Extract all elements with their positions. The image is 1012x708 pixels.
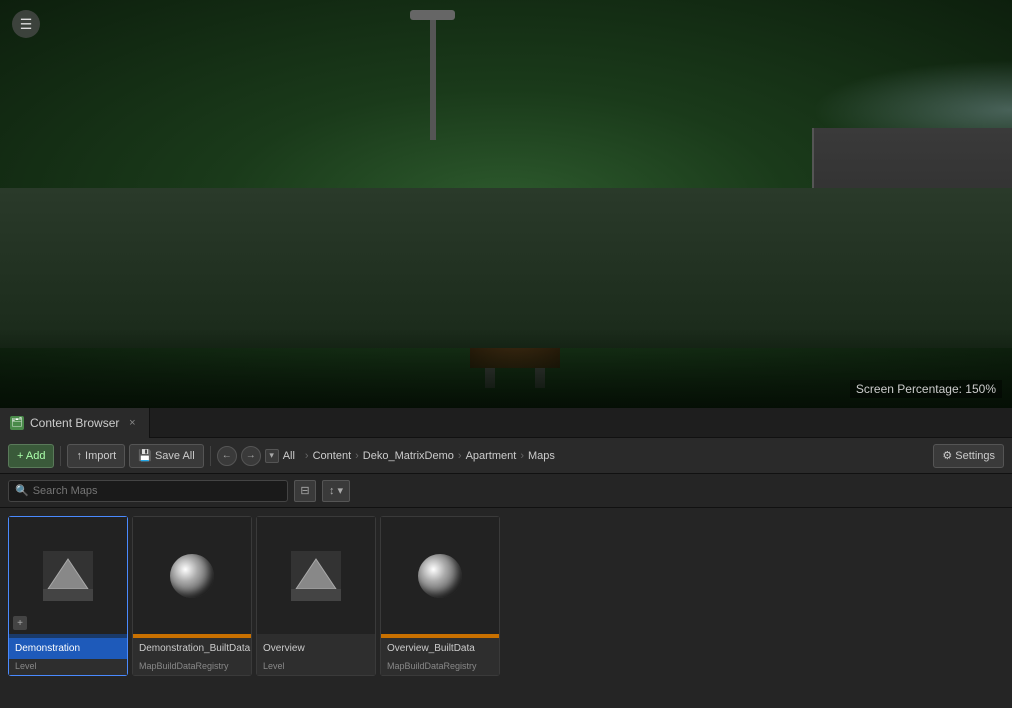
level-icon	[286, 546, 346, 606]
save-all-button[interactable]: 💾 Save All	[129, 444, 204, 468]
asset-card-overview[interactable]: OverviewLevel	[256, 516, 376, 676]
asset-card-overview-builtdata[interactable]: Overview_BuiltDataMapBuildDataRegistry	[380, 516, 500, 676]
breadcrumb-content[interactable]: Content	[313, 450, 352, 462]
asset-grid: +DemonstrationLevelDemonstration_BuiltDa…	[0, 508, 1012, 708]
mapbuild-icon	[162, 546, 222, 606]
sort-chevron: ▾	[338, 484, 344, 497]
nav-forward-button[interactable]: →	[241, 446, 261, 466]
content-browser-tab-icon: 🗂	[10, 416, 24, 430]
scene-lamp	[430, 20, 436, 140]
view-options-button[interactable]: ⊟	[294, 480, 316, 502]
settings-button[interactable]: ⚙ Settings	[933, 444, 1004, 468]
viewport: Screen Percentage: 150% ☰	[0, 0, 1012, 408]
asset-thumb-demonstration-builtdata	[133, 517, 251, 634]
breadcrumb-sep-1: ›	[355, 450, 359, 462]
search-input[interactable]	[33, 485, 281, 497]
sort-icon: ↕	[329, 485, 335, 497]
asset-type-overview-builtdata: MapBuildDataRegistry	[381, 659, 499, 675]
asset-type-overview: Level	[257, 659, 375, 675]
breadcrumb-deko[interactable]: Deko_MatrixDemo	[363, 450, 454, 462]
content-browser-panel: 🗂 Content Browser × + Add ↑ Import 💾 Sav…	[0, 408, 1012, 708]
asset-add-icon-demonstration: +	[13, 616, 27, 630]
toolbar: + Add ↑ Import 💾 Save All ← → ▾ All › Co…	[0, 438, 1012, 474]
breadcrumb-apartment[interactable]: Apartment	[466, 450, 517, 462]
folder-dropdown-button[interactable]: ▾	[265, 449, 279, 463]
breadcrumb-maps[interactable]: Maps	[528, 450, 555, 462]
search-input-wrap: 🔍	[8, 480, 288, 502]
asset-thumb-demonstration: +	[9, 517, 127, 634]
breadcrumb-sep-0: ›	[305, 450, 309, 462]
viewport-canvas: Screen Percentage: 150%	[0, 0, 1012, 408]
mapbuild-icon	[410, 546, 470, 606]
asset-card-demonstration-builtdata[interactable]: Demonstration_BuiltDataMapBuildDataRegis…	[132, 516, 252, 676]
asset-name-demonstration: Demonstration	[9, 638, 127, 659]
tab-close-button[interactable]: ×	[125, 416, 139, 430]
tab-bar: 🗂 Content Browser ×	[0, 408, 1012, 438]
scene-desk	[0, 188, 1012, 348]
breadcrumb-area: › Content › Deko_MatrixDemo › Apartment …	[305, 450, 929, 462]
sort-button[interactable]: ↕ ▾	[322, 480, 350, 502]
search-bar: 🔍 ⊟ ↕ ▾	[0, 474, 1012, 508]
content-browser-tab-label: Content Browser	[30, 416, 119, 430]
toolbar-separator-1	[60, 446, 61, 466]
toolbar-separator-2	[210, 446, 211, 466]
asset-name-demonstration-builtdata: Demonstration_BuiltData	[133, 638, 251, 659]
nav-back-button[interactable]: ←	[217, 446, 237, 466]
asset-type-demonstration: Level	[9, 659, 127, 675]
asset-type-demonstration-builtdata: MapBuildDataRegistry	[133, 659, 251, 675]
screen-percentage-label: Screen Percentage: 150%	[850, 380, 1002, 398]
breadcrumb-all[interactable]: All	[283, 450, 295, 462]
add-button[interactable]: + Add	[8, 444, 54, 468]
level-icon	[38, 546, 98, 606]
content-browser-tab[interactable]: 🗂 Content Browser ×	[0, 408, 150, 438]
breadcrumb-sep-2: ›	[458, 450, 462, 462]
breadcrumb-sep-3: ›	[520, 450, 524, 462]
asset-thumb-overview-builtdata	[381, 517, 499, 634]
search-icon: 🔍	[15, 484, 29, 497]
import-button[interactable]: ↑ Import	[67, 444, 125, 468]
menu-button[interactable]: ☰	[12, 10, 40, 38]
asset-name-overview-builtdata: Overview_BuiltData	[381, 638, 499, 659]
asset-thumb-overview	[257, 517, 375, 634]
asset-name-overview: Overview	[257, 638, 375, 659]
asset-card-demonstration[interactable]: + DemonstrationLevel	[8, 516, 128, 676]
